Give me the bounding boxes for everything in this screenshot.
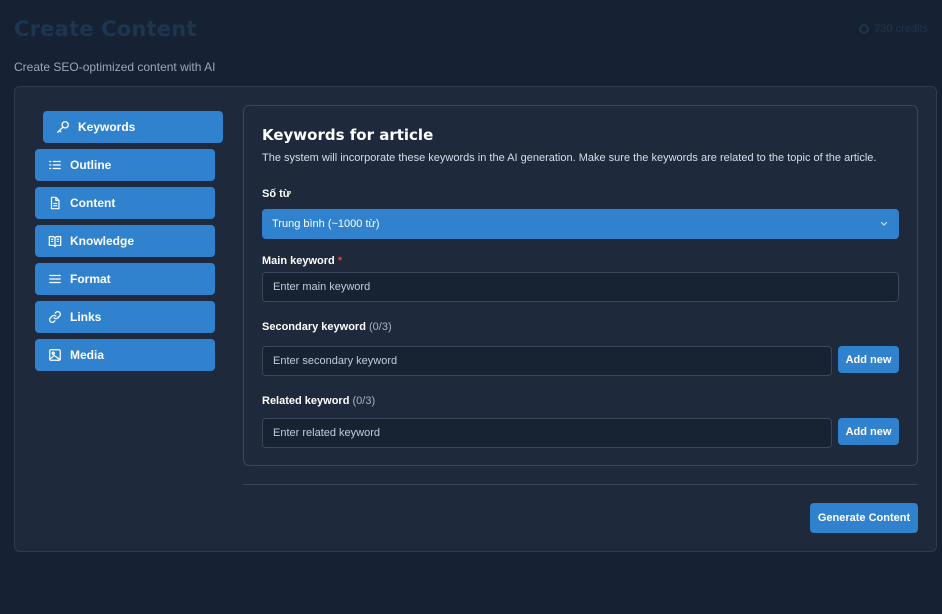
tab-label: Keywords — [78, 120, 136, 134]
main-keyword-label: Main keyword * — [262, 255, 342, 267]
tab-knowledge[interactable]: Knowledge — [35, 225, 215, 257]
add-secondary-keyword-button[interactable]: Add new — [838, 346, 899, 373]
word-count-value: Trung bình (~1000 từ) — [272, 218, 380, 230]
content-card: Keywords Outline Content Knowledge Forma… — [14, 86, 937, 552]
word-count-select[interactable]: Trung bình (~1000 từ) — [262, 209, 899, 239]
keywords-panel: Keywords for article The system will inc… — [243, 105, 918, 466]
related-keyword-label: Related keyword (0/3) — [262, 395, 375, 407]
image-icon — [49, 349, 61, 361]
main-keyword-label-text: Main keyword — [262, 255, 335, 267]
tab-label: Outline — [70, 158, 112, 172]
document-icon — [50, 196, 60, 210]
secondary-keyword-input[interactable]: Enter secondary keyword — [262, 346, 832, 376]
tab-label: Media — [70, 348, 105, 362]
panel-title: Keywords for article — [262, 126, 434, 144]
related-keyword-placeholder: Enter related keyword — [273, 427, 380, 439]
tab-format[interactable]: Format — [35, 263, 215, 295]
required-marker: * — [337, 255, 343, 267]
word-count-label: Số từ — [262, 188, 291, 200]
lines-icon — [49, 274, 61, 284]
link-icon — [49, 311, 61, 323]
divider — [243, 484, 918, 485]
panel-description: The system will incorporate these keywor… — [262, 152, 877, 164]
page-title: Create Content — [14, 17, 197, 41]
secondary-keyword-label: Secondary keyword (0/3) — [262, 321, 392, 333]
tab-label: Format — [70, 272, 111, 286]
related-keyword-input[interactable]: Enter related keyword — [262, 418, 832, 448]
tab-label: Links — [70, 310, 102, 324]
tab-outline[interactable]: Outline — [35, 149, 215, 181]
book-icon — [48, 236, 62, 248]
list-icon — [49, 160, 61, 170]
chevron-down-icon — [880, 221, 888, 226]
tab-label: Content — [70, 196, 116, 210]
related-keyword-count: (0/3) — [352, 395, 376, 407]
secondary-keyword-placeholder: Enter secondary keyword — [273, 355, 398, 367]
generate-content-button[interactable]: Generate Content — [810, 503, 918, 533]
main-keyword-placeholder: Enter main keyword — [273, 281, 371, 293]
tab-links[interactable]: Links — [35, 301, 215, 333]
tab-label: Knowledge — [70, 234, 135, 248]
tab-keywords[interactable]: Keywords — [43, 111, 223, 143]
tab-media[interactable]: Media — [35, 339, 215, 371]
coin-icon — [859, 24, 870, 34]
related-keyword-label-text: Related keyword — [262, 395, 350, 407]
credits-count: 730 credits — [874, 23, 928, 35]
page-subtitle: Create SEO-optimized content with AI — [14, 60, 216, 74]
main-keyword-input[interactable]: Enter main keyword — [262, 272, 899, 302]
credits-badge: 730 credits — [859, 23, 928, 35]
secondary-keyword-label-text: Secondary keyword — [262, 321, 366, 333]
secondary-keyword-count: (0/3) — [369, 321, 392, 333]
key-icon — [57, 121, 69, 133]
add-related-keyword-button[interactable]: Add new — [838, 418, 899, 445]
tab-content[interactable]: Content — [35, 187, 215, 219]
